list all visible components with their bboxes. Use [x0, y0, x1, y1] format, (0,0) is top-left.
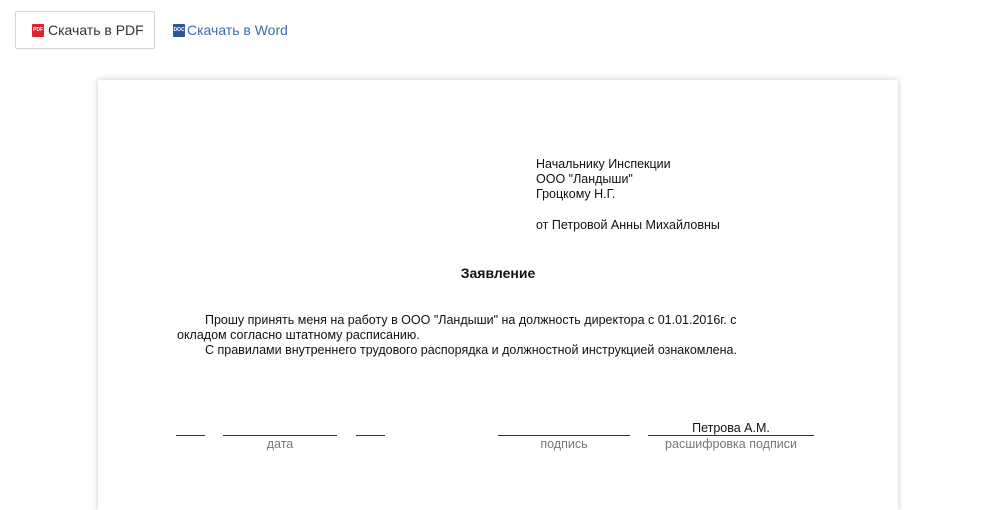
- signer-name: Петрова А.М.: [692, 421, 770, 435]
- signature-line: [498, 435, 630, 436]
- date-day-line: [176, 435, 205, 436]
- download-pdf-button[interactable]: PDF Скачать в PDF: [15, 11, 155, 49]
- name-line: [648, 435, 814, 436]
- download-pdf-label: Скачать в PDF: [48, 22, 144, 38]
- document-sheet: Начальнику Инспекции ООО "Ландыши" Гроцк…: [98, 80, 898, 510]
- signature-caption: подпись: [540, 437, 588, 451]
- sender-name: от Петровой Анны Михайловны: [536, 218, 720, 232]
- body-paragraph-1: Прошу принять меня на работу в ООО "Ланд…: [205, 313, 737, 327]
- addressee-position: Начальнику Инспекции: [536, 157, 671, 171]
- download-word-link[interactable]: DOC Скачать в Word: [173, 22, 288, 38]
- document-body: Прошу принять меня на работу в ООО "Ланд…: [177, 313, 817, 358]
- body-paragraph-1-continuation: окладом согласно штатному расписанию.: [177, 328, 420, 342]
- name-caption: расшифровка подписи: [665, 437, 797, 451]
- addressee-name: Гроцкому Н.Г.: [536, 187, 616, 201]
- word-file-icon: DOC: [173, 23, 185, 37]
- document-title: Заявление: [460, 265, 536, 281]
- date-caption: дата: [266, 437, 294, 451]
- date-year-line: [356, 435, 385, 436]
- date-month-line: [223, 435, 337, 436]
- toolbar: PDF Скачать в PDF DOC Скачать в Word: [0, 0, 986, 70]
- pdf-file-icon: PDF: [32, 23, 44, 37]
- download-word-label: Скачать в Word: [187, 22, 288, 38]
- addressee-block: Начальнику Инспекции ООО "Ландыши" Гроцк…: [536, 157, 720, 233]
- addressee-company: ООО "Ландыши": [536, 172, 633, 186]
- body-paragraph-2: С правилами внутреннего трудового распор…: [205, 343, 737, 357]
